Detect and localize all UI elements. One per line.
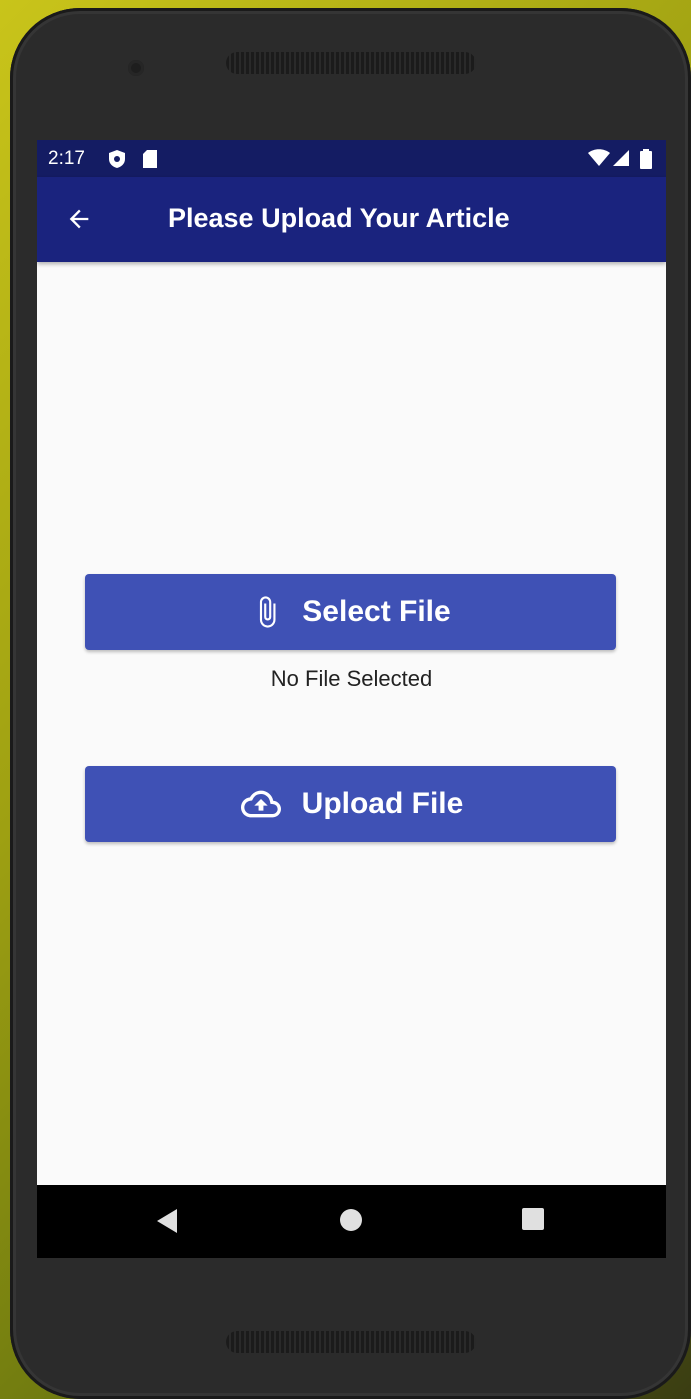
screen: 2:17 Please Upload Your Article Select F… <box>37 140 666 1258</box>
file-status-text: No File Selected <box>270 666 433 691</box>
back-button[interactable] <box>57 197 101 241</box>
wifi-icon <box>588 149 610 166</box>
bottom-speaker <box>226 1331 476 1353</box>
shield-icon <box>109 150 125 168</box>
upload-file-label: Upload File <box>301 787 464 820</box>
cell-signal-icon <box>613 150 629 166</box>
select-file-button[interactable]: Select File <box>85 574 616 650</box>
upload-file-button[interactable]: Upload File <box>85 766 616 842</box>
select-file-label: Select File <box>302 595 451 628</box>
triangle-back-icon[interactable] <box>155 1207 179 1235</box>
square-recents-icon[interactable] <box>521 1207 545 1231</box>
front-camera <box>128 60 144 76</box>
sd-card-icon <box>143 150 157 168</box>
cloud-upload-icon <box>240 790 281 818</box>
app-bar: Please Upload Your Article <box>37 177 666 262</box>
navigation-bar <box>37 1185 666 1258</box>
page-title: Please Upload Your Article <box>168 203 510 233</box>
status-bar: 2:17 <box>37 140 666 177</box>
status-time: 2:17 <box>48 148 85 169</box>
battery-icon <box>640 149 652 169</box>
circle-home-icon[interactable] <box>338 1207 364 1233</box>
top-speaker <box>226 52 476 74</box>
arrow-back-icon <box>69 209 89 229</box>
paperclip-icon <box>260 596 276 628</box>
